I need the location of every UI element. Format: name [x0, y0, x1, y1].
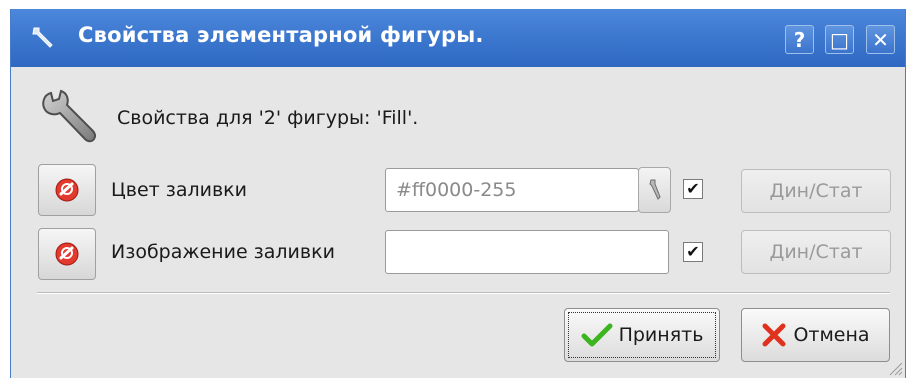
check-icon: ✔ — [686, 179, 700, 198]
reset-fill-color-button[interactable] — [38, 164, 96, 216]
reset-icon — [55, 242, 79, 266]
color-picker-button[interactable] — [638, 167, 671, 213]
reset-fill-image-button[interactable] — [38, 228, 96, 280]
fill-color-label: Цвет заливки — [111, 179, 248, 201]
cross-icon — [762, 323, 786, 347]
fill-image-label: Изображение заливки — [111, 241, 335, 263]
close-icon: ✕ — [872, 27, 889, 52]
maximize-icon: □ — [830, 27, 849, 52]
accept-label: Принять — [618, 324, 704, 346]
cancel-label: Отмена — [793, 324, 870, 346]
maximize-button[interactable]: □ — [825, 25, 854, 54]
header-text: Свойства для '2' фигуры: 'Fill'. — [117, 107, 419, 129]
accept-button[interactable]: Принять — [564, 308, 720, 362]
reset-icon — [55, 178, 79, 202]
title-bar[interactable]: Свойства элементарной фигуры. ? □ ✕ — [11, 9, 905, 67]
properties-dialog: Свойства элементарной фигуры. ? □ ✕ Свой… — [10, 9, 906, 378]
resize-grip-icon[interactable] — [885, 358, 903, 376]
fill-color-checkbox[interactable]: ✔ — [683, 179, 703, 199]
cancel-button[interactable]: Отмена — [741, 308, 890, 362]
window-title: Свойства элементарной фигуры. — [78, 23, 484, 47]
fill-image-dyn-stat-button[interactable]: Дин/Стат — [741, 230, 891, 274]
fill-color-dyn-stat-button[interactable]: Дин/Стат — [741, 169, 891, 213]
checkmark-icon — [581, 323, 613, 347]
wrench-icon — [42, 89, 97, 143]
check-icon: ✔ — [686, 242, 700, 261]
fill-image-field[interactable] — [385, 230, 669, 274]
help-icon: ? — [793, 27, 806, 52]
wrench-icon — [32, 27, 53, 48]
fill-color-field[interactable]: #ff0000-255 — [385, 168, 639, 212]
separator — [37, 292, 890, 294]
pipette-icon — [648, 179, 661, 200]
close-button[interactable]: ✕ — [866, 25, 895, 54]
help-button[interactable]: ? — [785, 25, 814, 54]
fill-image-checkbox[interactable]: ✔ — [683, 242, 703, 262]
